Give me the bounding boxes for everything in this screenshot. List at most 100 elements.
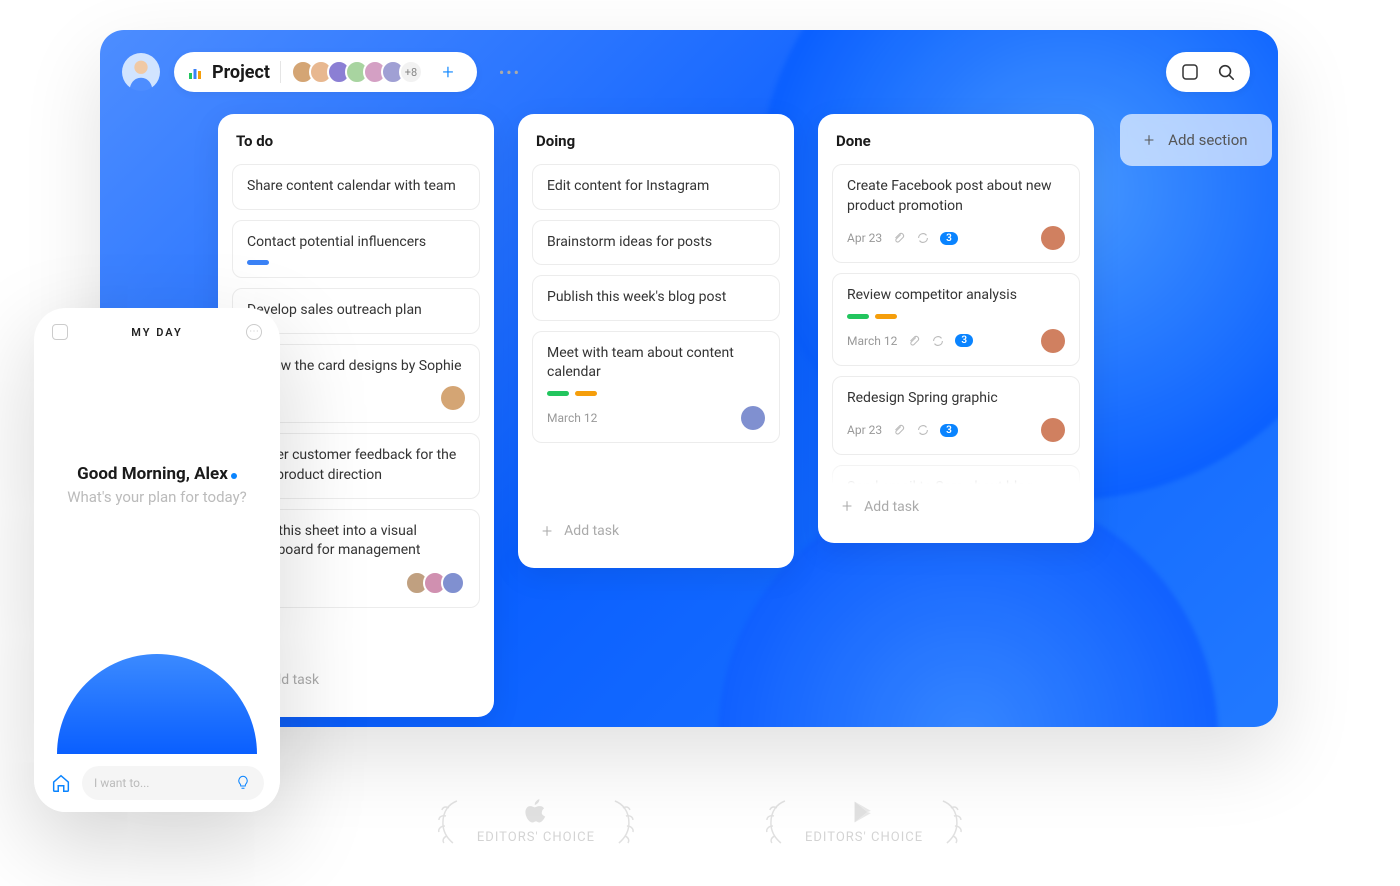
mobile-preview: MY DAY Good Morning, Alex What's your pl…	[34, 308, 280, 812]
laurel-right-icon	[605, 796, 645, 846]
more-members-count[interactable]: +8	[399, 60, 423, 84]
column-title: Doing	[532, 132, 780, 150]
google-badge: EDITORS' CHOICE	[755, 796, 973, 846]
search-icon[interactable]	[1212, 58, 1240, 86]
repeat-icon	[931, 334, 945, 348]
card-date: Apr 23	[847, 423, 882, 437]
label-green	[847, 314, 869, 319]
card-title: Edit content for Instagram	[547, 177, 765, 197]
assignee-avatar	[441, 386, 465, 410]
card-title: Send email to Sara about blog	[847, 478, 1065, 484]
card-meta: Apr 23 3	[847, 418, 1065, 442]
card-labels	[547, 391, 765, 396]
home-icon[interactable]	[50, 772, 72, 794]
chat-input[interactable]: I want to...	[82, 766, 264, 800]
add-task-button[interactable]: + Add task	[832, 484, 1080, 529]
card-date: Apr 23	[847, 231, 882, 245]
repeat-icon	[916, 423, 930, 437]
task-card[interactable]: Send email to Sara about blog	[832, 465, 1080, 484]
more-options-button[interactable]: •••	[495, 57, 525, 87]
apple-icon	[522, 798, 550, 826]
laurel-left-icon	[755, 796, 795, 846]
divider	[280, 61, 281, 83]
assignee-avatar	[741, 406, 765, 430]
task-card[interactable]: Contact potential influencers	[232, 220, 480, 279]
task-card[interactable]: Redesign Spring graphic Apr 23 3	[832, 376, 1080, 456]
add-task-label: Add task	[864, 499, 919, 515]
assignee-stack	[405, 571, 465, 595]
mobile-greeting: Good Morning, Alex What's your plan for …	[34, 464, 280, 506]
card-title: Redesign Spring graphic	[847, 389, 1065, 409]
add-section-button[interactable]: + Add section	[1120, 114, 1272, 166]
label-blue	[247, 260, 269, 265]
task-card[interactable]: Brainstorm ideas for posts	[532, 220, 780, 266]
add-member-button[interactable]: +	[437, 61, 459, 83]
card-date: March 12	[547, 411, 597, 425]
card-title: Publish this week's blog post	[547, 288, 765, 308]
card-meta: Apr 23 3	[847, 226, 1065, 250]
assignee-avatar	[441, 571, 465, 595]
card-meta: March 12	[547, 406, 765, 430]
more-icon[interactable]	[246, 324, 262, 340]
badges-row: EDITORS' CHOICE EDITORS' CHOICE	[427, 796, 973, 846]
label-orange	[875, 314, 897, 319]
plus-icon: +	[1144, 130, 1154, 151]
task-card[interactable]: Edit content for Instagram	[532, 164, 780, 210]
checkbox-icon[interactable]	[52, 324, 68, 340]
label-orange	[575, 391, 597, 396]
google-play-icon	[850, 798, 878, 826]
column-title: Done	[832, 132, 1080, 150]
laurel-right-icon	[933, 796, 973, 846]
avatar-stack[interactable]: +8	[291, 60, 423, 84]
header-right-controls	[1166, 52, 1250, 92]
mobile-title: MY DAY	[131, 326, 182, 339]
greeting-text: Good Morning, Alex	[77, 464, 237, 484]
project-title[interactable]: Project	[212, 62, 270, 83]
badge-text: EDITORS' CHOICE	[477, 830, 595, 845]
assignee-avatar	[1041, 418, 1065, 442]
task-card[interactable]: Meet with team about content calendar Ma…	[532, 331, 780, 443]
accent-dot	[231, 473, 237, 479]
add-task-button[interactable]: +Add task	[532, 509, 780, 554]
task-card[interactable]: Share content calendar with team	[232, 164, 480, 210]
mobile-bottom-bar: I want to...	[34, 754, 280, 812]
add-task-label: Add task	[564, 523, 619, 539]
chat-placeholder: I want to...	[94, 776, 149, 790]
mobile-sun-graphic	[57, 654, 257, 754]
assignee-avatar	[1041, 226, 1065, 250]
lightbulb-icon[interactable]	[234, 774, 252, 792]
layout-icon[interactable]	[1176, 58, 1204, 86]
badge-center: EDITORS' CHOICE	[477, 798, 595, 845]
repeat-icon	[916, 231, 930, 245]
card-labels	[247, 260, 465, 265]
user-avatar[interactable]	[122, 53, 160, 91]
card-title: Meet with team about content calendar	[547, 344, 765, 383]
apple-badge: EDITORS' CHOICE	[427, 796, 645, 846]
comment-badge: 3	[940, 232, 958, 245]
card-labels	[847, 314, 1065, 319]
label-green	[547, 391, 569, 396]
attachment-icon	[892, 423, 906, 437]
card-title: Brainstorm ideas for posts	[547, 233, 765, 253]
comment-badge: 3	[955, 334, 973, 347]
card-title: Share content calendar with team	[247, 177, 465, 197]
plus-icon: +	[842, 496, 852, 517]
project-pill: Project +8 +	[174, 52, 477, 92]
badge-text: EDITORS' CHOICE	[805, 830, 923, 845]
card-date: March 12	[847, 334, 897, 348]
task-card[interactable]: Publish this week's blog post	[532, 275, 780, 321]
column-doing: Doing Edit content for Instagram Brainst…	[518, 114, 794, 568]
cards-scroll[interactable]: Create Facebook post about new product p…	[832, 164, 1080, 484]
card-title: Review competitor analysis	[847, 286, 1065, 306]
app-header: Project +8 + •••	[100, 30, 1278, 92]
task-card[interactable]: Review competitor analysis March 12 3	[832, 273, 1080, 366]
task-card[interactable]: Create Facebook post about new product p…	[832, 164, 1080, 263]
chart-icon	[188, 65, 202, 79]
comment-badge: 3	[940, 424, 958, 437]
laurel-left-icon	[427, 796, 467, 846]
add-section-label: Add section	[1168, 131, 1247, 149]
mobile-header: MY DAY	[34, 308, 280, 340]
column-done: Done Create Facebook post about new prod…	[818, 114, 1094, 543]
column-title: To do	[232, 132, 480, 150]
attachment-icon	[907, 334, 921, 348]
